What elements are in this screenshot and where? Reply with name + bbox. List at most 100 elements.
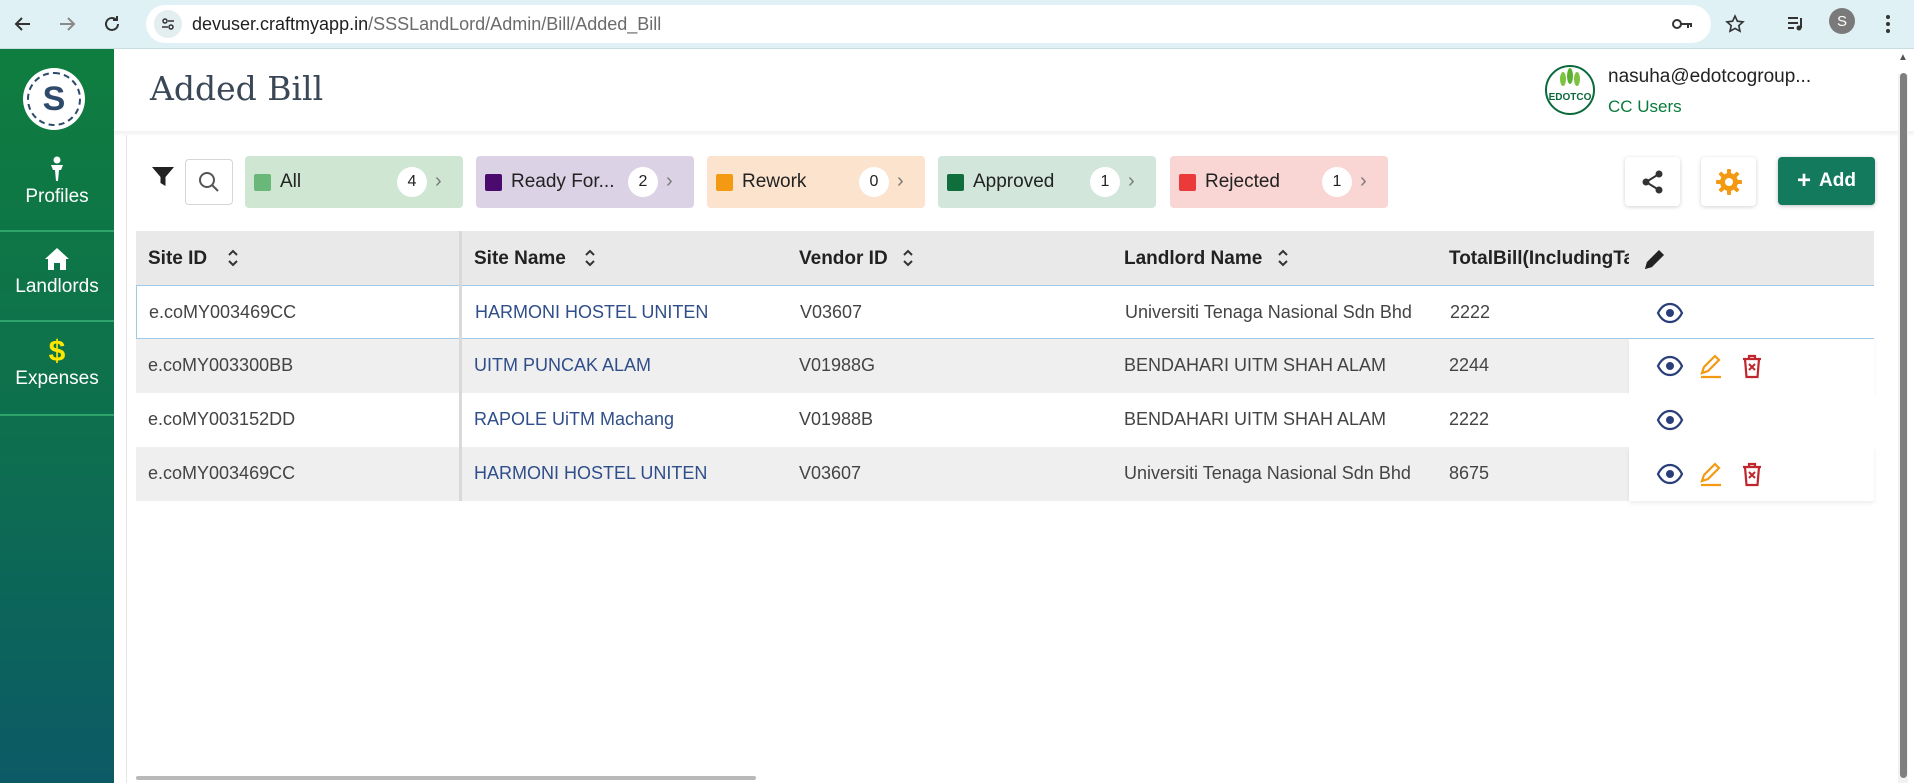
filter-chip-all[interactable]: All 4 › (245, 156, 463, 208)
sidebar-item-landlords[interactable]: Landlords (0, 234, 114, 322)
site-settings-icon[interactable] (154, 10, 182, 38)
column-header-site-name[interactable]: Site Name (474, 248, 566, 270)
cell-landlord-name: Universiti Tenaga Nasional Sdn Bhd (1124, 463, 1411, 483)
cell-landlord-name: BENDAHARI UITM SHAH ALAM (1124, 355, 1387, 375)
url-path: /SSSLandLord/Admin/Bill/Added_Bill (368, 14, 662, 34)
gear-icon (1715, 168, 1742, 195)
back-icon[interactable] (8, 9, 38, 39)
horizontal-scrollbar[interactable] (136, 776, 756, 780)
status-color-swatch (254, 174, 271, 191)
vertical-scrollbar-thumb[interactable] (1900, 73, 1907, 778)
sidebar-item-profiles[interactable]: Profiles (0, 144, 114, 232)
key-icon[interactable] (1668, 9, 1698, 39)
status-color-swatch (1179, 174, 1196, 191)
filter-icon[interactable] (150, 164, 176, 190)
cell-total-bill: 2222 (1449, 409, 1490, 429)
share-icon (1642, 170, 1662, 193)
sidebar-item-expenses[interactable]: $ Expenses (0, 324, 114, 416)
scroll-up-arrow-icon[interactable]: ▲ (1898, 52, 1908, 63)
cell-site-name[interactable]: RAPOLE UiTM Machang (474, 409, 674, 430)
home-icon (45, 248, 69, 270)
reload-icon[interactable] (97, 9, 127, 39)
chevron-right-icon: › (897, 170, 904, 192)
filter-chip-label: Ready For... (511, 171, 615, 192)
eye-icon[interactable] (1656, 352, 1684, 380)
filter-chip-count: 1 (1322, 167, 1352, 197)
trash-icon[interactable] (1738, 460, 1766, 488)
app-logo-letter: S (27, 72, 81, 126)
browser-profile-avatar[interactable]: S (1829, 8, 1855, 34)
filter-chip-rework[interactable]: Rework 0 › (707, 156, 925, 208)
app-logo[interactable]: S (23, 68, 85, 130)
user-role: CC Users (1608, 97, 1682, 116)
eye-icon[interactable] (1656, 299, 1684, 327)
column-header-total-bill[interactable]: TotalBill(IncludingTa (1449, 248, 1629, 270)
cell-total-bill: 2222 (1450, 302, 1491, 322)
cell-site-id: e.coMY003300BB (148, 355, 294, 375)
cell-total-bill: 2244 (1449, 355, 1490, 375)
cell-vendor-id: V01988B (799, 409, 874, 429)
search-button[interactable] (185, 159, 233, 205)
filter-chip-approved[interactable]: Approved 1 › (938, 156, 1156, 208)
edit-pencil-icon[interactable] (1697, 352, 1725, 380)
row-actions (1629, 447, 1874, 501)
filter-chip-count: 4 (397, 167, 427, 197)
cell-total-bill: 8675 (1449, 463, 1490, 483)
chevron-right-icon: › (435, 170, 442, 192)
status-color-swatch (716, 174, 733, 191)
eye-icon[interactable] (1656, 460, 1684, 488)
cell-site-name[interactable]: HARMONI HOSTEL UNITEN (475, 302, 708, 323)
filter-chip-ready-for[interactable]: Ready For... 2 › (476, 156, 694, 208)
cell-site-name[interactable]: HARMONI HOSTEL UNITEN (474, 463, 707, 484)
sort-icon[interactable] (583, 246, 597, 270)
url-domain: devuser.craftmyapp.in (192, 14, 369, 34)
cell-vendor-id: V03607 (800, 302, 863, 322)
filter-chip-count: 0 (859, 167, 889, 197)
column-header-site-id[interactable]: Site ID (148, 248, 207, 270)
sidebar-item-label: Expenses (15, 368, 99, 389)
browser-menu-icon[interactable] (1873, 9, 1903, 39)
search-icon (199, 172, 219, 192)
sidebar: S Profiles Landlords $ Expenses (0, 49, 114, 783)
forward-icon[interactable] (52, 9, 82, 39)
cell-site-name[interactable]: UITM PUNCAK ALAM (474, 355, 651, 376)
table-row[interactable]: e.coMY003469CC HARMONI HOSTEL UNITEN V03… (136, 447, 1874, 501)
edit-pencil-icon[interactable] (1697, 460, 1725, 488)
sort-icon[interactable] (1276, 246, 1290, 270)
logo-text: EDOTCO (1549, 92, 1592, 103)
frozen-column-divider[interactable] (459, 231, 462, 501)
row-actions (1629, 393, 1874, 447)
column-header-vendor-id[interactable]: Vendor ID (799, 248, 888, 270)
pencil-header-icon (1645, 250, 1664, 269)
settings-button[interactable] (1701, 157, 1756, 206)
trash-icon[interactable] (1738, 352, 1766, 380)
bookmark-star-icon[interactable] (1720, 9, 1750, 39)
table-row[interactable]: e.coMY003152DD RAPOLE UiTM Machang V0198… (136, 393, 1874, 447)
user-email[interactable]: nasuha@edotcogroup... (1608, 66, 1811, 88)
filter-chip-rejected[interactable]: Rejected 1 › (1170, 156, 1388, 208)
page-title: Added Bill (150, 69, 324, 108)
add-bill-button[interactable]: + Add (1778, 157, 1875, 205)
row-actions (1629, 285, 1874, 339)
status-color-swatch (947, 174, 964, 191)
address-bar[interactable]: devuser.craftmyapp.in/SSSLandLord/Admin/… (146, 5, 1711, 43)
eye-icon[interactable] (1656, 406, 1684, 434)
filter-chip-label: Rejected (1205, 171, 1280, 192)
row-actions (1629, 339, 1874, 393)
sort-icon[interactable] (901, 246, 915, 270)
user-company-logo: EDOTCO (1545, 65, 1595, 115)
person-icon (51, 156, 63, 181)
table-row[interactable]: e.coMY003469CC HARMONI HOSTEL UNITEN V03… (136, 285, 1874, 339)
sort-icon[interactable] (226, 246, 240, 270)
filter-chip-label: All (280, 171, 302, 192)
column-header-landlord-name[interactable]: Landlord Name (1124, 248, 1262, 270)
share-button[interactable] (1625, 157, 1680, 206)
filter-chip-label: Approved (973, 171, 1055, 192)
media-control-icon[interactable] (1781, 9, 1811, 39)
cell-landlord-name: BENDAHARI UITM SHAH ALAM (1124, 409, 1387, 429)
table-row[interactable]: e.coMY003300BB UITM PUNCAK ALAM V01988G … (136, 339, 1874, 393)
chevron-right-icon: › (1128, 170, 1135, 192)
cell-vendor-id: V01988G (799, 355, 876, 375)
actions-column (1629, 231, 1874, 501)
dollar-icon: $ (48, 335, 66, 368)
